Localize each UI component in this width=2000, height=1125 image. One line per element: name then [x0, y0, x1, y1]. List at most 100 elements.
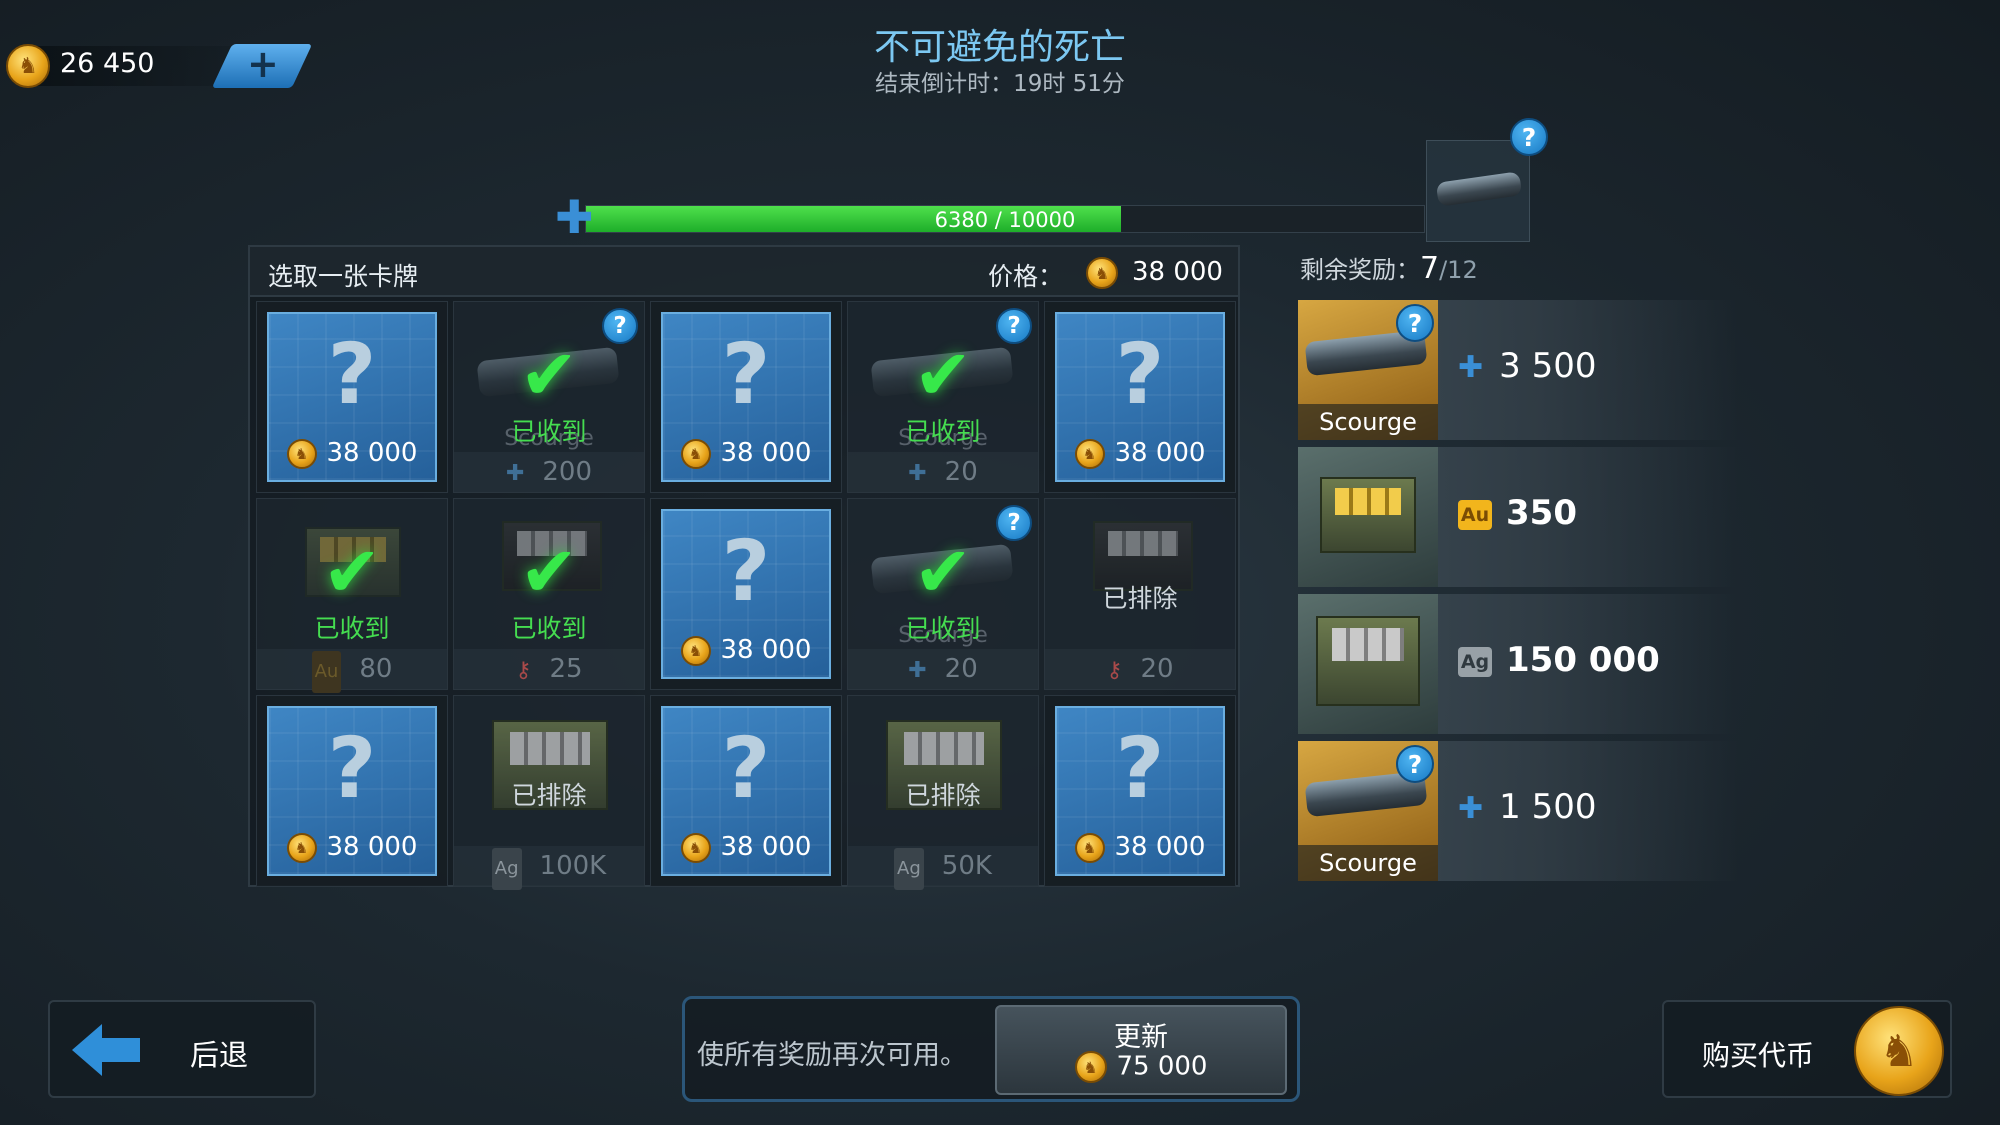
card-slot[interactable]: ? 38 000 [650, 301, 842, 493]
remaining-rewards-label: 剩余奖励：7/12 [1300, 250, 1478, 286]
reward-row: Au 350 [1298, 447, 1738, 587]
remaining-total: /12 [1439, 256, 1478, 284]
question-mark-icon: ? [327, 719, 377, 817]
hidden-card[interactable]: ? 38 000 [661, 509, 831, 679]
card-slot: ✔ Scourge 已收到 ✚ 20? [847, 301, 1039, 493]
weapon-image [1435, 171, 1523, 207]
question-mark-icon: ? [721, 522, 771, 620]
coin-icon [1074, 438, 1105, 469]
refresh-button[interactable]: 更新 75 000 [995, 1005, 1287, 1095]
card-help-icon[interactable]: ? [996, 308, 1032, 344]
back-arrow-icon [72, 1024, 140, 1076]
checkmark-icon: ✔ [519, 334, 579, 416]
received-status: 已收到 [905, 614, 981, 643]
back-button[interactable]: 后退 [48, 1000, 316, 1098]
silver-icon: Ag [894, 848, 924, 890]
grand-prize-preview[interactable] [1426, 140, 1530, 242]
silver-crate-image [1316, 616, 1420, 706]
coin-icon [680, 438, 711, 469]
reward-amount-bar: ⚷ 20 [1045, 649, 1235, 689]
card-slot[interactable]: ? 38 000 [650, 695, 842, 887]
progress-track: 6380 / 10000 [585, 205, 1425, 233]
card-cost: 38 000 [269, 438, 435, 469]
gold-crate-image [1320, 477, 1416, 553]
prize-help-icon[interactable]: ? [1510, 118, 1548, 156]
question-mark-icon: ? [327, 325, 377, 423]
reward-value: Ag 150 000 [1458, 640, 1660, 680]
refresh-label: 更新 [1114, 1022, 1168, 1053]
reward-amount: 350 [1506, 493, 1577, 533]
hidden-card[interactable]: ? 38 000 [661, 706, 831, 876]
card-help-icon[interactable]: ? [602, 308, 638, 344]
hidden-card[interactable]: ? 38 000 [1055, 706, 1225, 876]
reward-name: Scourge [1298, 845, 1438, 881]
card-cost-value: 38 000 [720, 832, 812, 862]
reward-help-icon[interactable]: ? [1396, 304, 1434, 342]
add-currency-button[interactable]: + [211, 42, 313, 88]
reward-thumbnail[interactable]: ? Scourge [1298, 300, 1438, 440]
received-status: 已收到 [511, 614, 587, 643]
card-slot[interactable]: ? 38 000 [650, 498, 842, 690]
reward-amount: 25 [549, 654, 583, 684]
card-cost: 38 000 [663, 438, 829, 469]
excluded-status: 已排除 [905, 781, 981, 810]
question-mark-icon: ? [1115, 325, 1165, 423]
hidden-card[interactable]: ? 38 000 [267, 706, 437, 876]
card-slot[interactable]: ? 38 000 [256, 695, 448, 887]
hidden-card[interactable]: ? 38 000 [1055, 312, 1225, 482]
card-cost: 38 000 [663, 832, 829, 863]
excluded-status: 已排除 [511, 781, 587, 810]
reward-thumbnail [1298, 594, 1438, 734]
card-cost-value: 38 000 [720, 438, 812, 468]
coin-icon [6, 44, 50, 88]
remaining-current: 7 [1420, 251, 1440, 286]
received-status: 已收到 [905, 417, 981, 446]
checkmark-icon: ✔ [913, 334, 973, 416]
card-cost-value: 38 000 [1114, 832, 1206, 862]
progress-text: 6380 / 10000 [934, 208, 1076, 232]
reward-value: ✚ 1 500 [1458, 787, 1596, 827]
reward-amount: 100K [539, 851, 607, 881]
reward-value: Au 350 [1458, 493, 1577, 533]
plus-icon: + [247, 42, 279, 86]
question-mark-icon: ? [1115, 719, 1165, 817]
coin-icon [286, 832, 317, 863]
puzzle-icon: ✚ [555, 190, 594, 244]
reward-row: ? Scourge ✚ 3 500 [1298, 300, 1738, 440]
refresh-description: 使所有奖励再次可用。 [697, 1040, 967, 1071]
buy-tokens-button[interactable]: 购买代币 [1662, 1000, 1952, 1098]
refresh-cost: 75 000 [997, 1051, 1285, 1083]
coin-icon [1086, 257, 1118, 289]
coin-icon [1074, 1051, 1107, 1083]
buy-tokens-label: 购买代币 [1702, 1039, 1815, 1072]
hidden-card[interactable]: ? 38 000 [661, 312, 831, 482]
gold-icon: Au [1458, 499, 1492, 530]
reward-amount: 50K [941, 851, 992, 881]
puzzle-icon: ✚ [1458, 791, 1484, 826]
card-slot[interactable]: ? 38 000 [1044, 695, 1236, 887]
card-slot[interactable]: ? 38 000 [256, 301, 448, 493]
card-cost-value: 38 000 [720, 635, 812, 665]
gold-icon: Au [311, 651, 342, 693]
hidden-card[interactable]: ? 38 000 [267, 312, 437, 482]
key-icon: ⚷ [1106, 658, 1123, 683]
card-help-icon[interactable]: ? [996, 505, 1032, 541]
event-title: 不可避免的死亡 [873, 27, 1126, 68]
reward-amount: 20 [944, 654, 978, 684]
reward-row: Ag 150 000 [1298, 594, 1738, 734]
question-mark-icon: ? [721, 719, 771, 817]
card-slot: ✔ 已收到 ⚷ 25 [453, 498, 645, 690]
reward-help-icon[interactable]: ? [1396, 745, 1434, 783]
remaining-label-text: 剩余奖励： [1300, 256, 1420, 284]
card-slot[interactable]: ? 38 000 [1044, 301, 1236, 493]
reward-thumbnail[interactable]: ? Scourge [1298, 741, 1438, 881]
card-panel: 选取一张卡牌 价格： 38 000 ?38 000✔Scourge已收到✚200… [248, 245, 1240, 890]
silver-icon: Ag [491, 848, 522, 890]
refresh-panel: 使所有奖励再次可用。 更新 75 000 [682, 996, 1300, 1102]
card-slot: 已排除 Ag 50K [847, 695, 1039, 890]
refresh-cost-value: 75 000 [1116, 1051, 1208, 1082]
puzzle-icon: ✚ [908, 658, 927, 683]
checkmark-icon: ✔ [913, 531, 973, 613]
received-status: 已收到 [314, 614, 390, 643]
currency-display: 26 450 + [0, 36, 313, 92]
